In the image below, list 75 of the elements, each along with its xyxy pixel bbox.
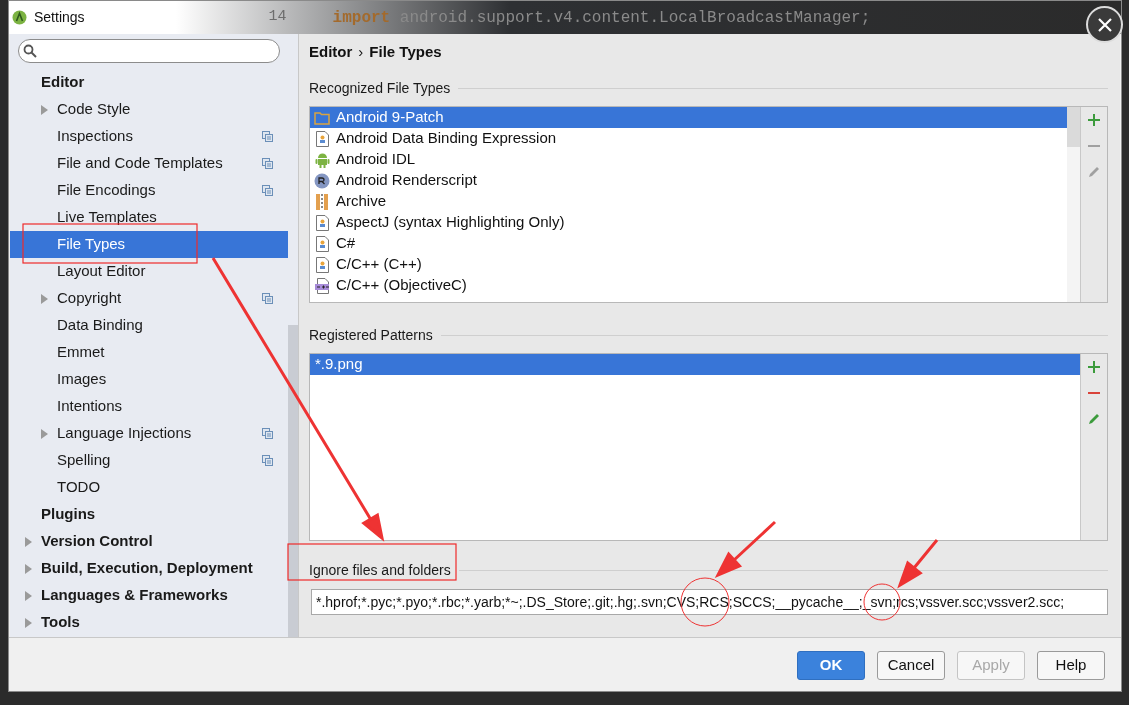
sidebar-item[interactable]: Intentions bbox=[10, 393, 288, 420]
collapsed-arrow-icon[interactable] bbox=[24, 536, 33, 547]
close-icon bbox=[1097, 17, 1112, 32]
sidebar-item[interactable]: Emmet bbox=[10, 339, 288, 366]
search-icon bbox=[23, 44, 37, 58]
section-title: Recognized File Types bbox=[309, 78, 451, 98]
sidebar-item[interactable]: Spelling bbox=[10, 447, 288, 474]
sidebar-item[interactable]: File Encodings bbox=[10, 177, 288, 204]
ignore-patterns-field[interactable]: *.hprof;*.pyc;*.pyo;*.rbc;*.yarb;*~;.DS_Store;.git;.hg;.svn;CVS;RCS;SCCS;__pycache__;_svn;rcs;vssver.scc;vssver2.scc; bbox=[311, 589, 1108, 615]
sidebar-item[interactable]: Live Templates bbox=[10, 204, 288, 231]
pattern-row[interactable]: *.9.png bbox=[310, 354, 1080, 375]
dialog-button[interactable]: OK bbox=[797, 651, 865, 680]
search-field[interactable] bbox=[18, 39, 280, 63]
file-icon bbox=[315, 130, 329, 147]
copy-icon bbox=[262, 185, 273, 196]
breadcrumb-item: Editor bbox=[309, 41, 353, 62]
file-icon bbox=[315, 235, 329, 252]
sidebar-item[interactable]: Language Injections bbox=[10, 420, 288, 447]
remove-icon[interactable] bbox=[1087, 391, 1101, 395]
sidebar-item[interactable]: Inspections bbox=[10, 123, 288, 150]
window-title: Settings bbox=[34, 8, 85, 27]
collapsed-arrow-icon[interactable] bbox=[40, 104, 49, 115]
copy-icon bbox=[262, 293, 273, 304]
copy-icon bbox=[262, 158, 273, 169]
pencil-icon[interactable] bbox=[1087, 412, 1101, 426]
sidebar-item[interactable]: File Types bbox=[10, 231, 288, 258]
section-title: Ignore files and folders bbox=[309, 560, 451, 580]
copy-icon bbox=[262, 428, 273, 439]
file-type-row[interactable]: C# bbox=[310, 233, 1067, 254]
file-type-row[interactable]: Android 9-Patch bbox=[310, 107, 1067, 128]
collapsed-arrow-icon[interactable] bbox=[24, 563, 33, 574]
file-type-row[interactable]: Android IDL bbox=[310, 149, 1067, 170]
android-icon bbox=[314, 151, 330, 168]
sidebar-item[interactable]: Version Control bbox=[10, 528, 288, 555]
sidebar-item[interactable]: Build, Execution, Deployment bbox=[10, 555, 288, 582]
annotation-arrow bbox=[898, 538, 939, 587]
sidebar-item[interactable]: Images bbox=[10, 366, 288, 393]
add-icon[interactable] bbox=[1087, 360, 1101, 374]
copy-icon bbox=[262, 455, 273, 466]
section-title: Registered Patterns bbox=[309, 325, 433, 345]
file-type-row[interactable]: Android Renderscript bbox=[310, 170, 1067, 191]
sidebar-item[interactable]: Editor bbox=[10, 69, 288, 96]
collapsed-arrow-icon[interactable] bbox=[40, 428, 49, 439]
add-icon[interactable] bbox=[1087, 113, 1101, 127]
collapsed-arrow-icon[interactable] bbox=[24, 617, 33, 628]
breadcrumb-item: File Types bbox=[369, 41, 442, 62]
sidebar-item[interactable]: Tools bbox=[10, 609, 288, 636]
dialog-button[interactable]: Cancel bbox=[877, 651, 945, 680]
sidebar-item[interactable]: Languages & Frameworks bbox=[10, 582, 288, 609]
annotation-arrow bbox=[716, 520, 777, 577]
sidebar-item[interactable]: Code Style bbox=[10, 96, 288, 123]
breadcrumb-separator: › bbox=[358, 41, 364, 62]
file-type-row[interactable]: C/C++ (C++) bbox=[310, 254, 1067, 275]
archive-icon bbox=[316, 193, 328, 210]
sidebar-item[interactable]: File and Code Templates bbox=[10, 150, 288, 177]
file-icon bbox=[315, 256, 329, 273]
code-line-number: 14 bbox=[268, 7, 287, 28]
dialog-button[interactable]: Help bbox=[1037, 651, 1105, 680]
collapsed-arrow-icon[interactable] bbox=[24, 590, 33, 601]
sidebar-item[interactable]: TODO bbox=[10, 474, 288, 501]
close-button[interactable] bbox=[1086, 6, 1123, 43]
sidebar-item[interactable]: Data Binding bbox=[10, 312, 288, 339]
file-type-row[interactable]: Android Data Binding Expression bbox=[310, 128, 1067, 149]
cpp-file-icon bbox=[314, 277, 330, 294]
sidebar-item[interactable]: Layout Editor bbox=[10, 258, 288, 285]
file-type-row[interactable]: Archive bbox=[310, 191, 1067, 212]
copy-icon bbox=[262, 131, 273, 142]
folder-icon bbox=[314, 110, 330, 125]
collapsed-arrow-icon[interactable] bbox=[40, 293, 49, 304]
app-logo-icon bbox=[12, 10, 27, 25]
file-type-row[interactable]: C/C++ (ObjectiveC) bbox=[310, 275, 1067, 296]
renderscript-icon bbox=[314, 172, 330, 189]
sidebar-item[interactable]: Plugins bbox=[10, 501, 288, 528]
file-icon bbox=[315, 214, 329, 231]
file-type-row[interactable]: AspectJ (syntax Highlighting Only) bbox=[310, 212, 1067, 233]
